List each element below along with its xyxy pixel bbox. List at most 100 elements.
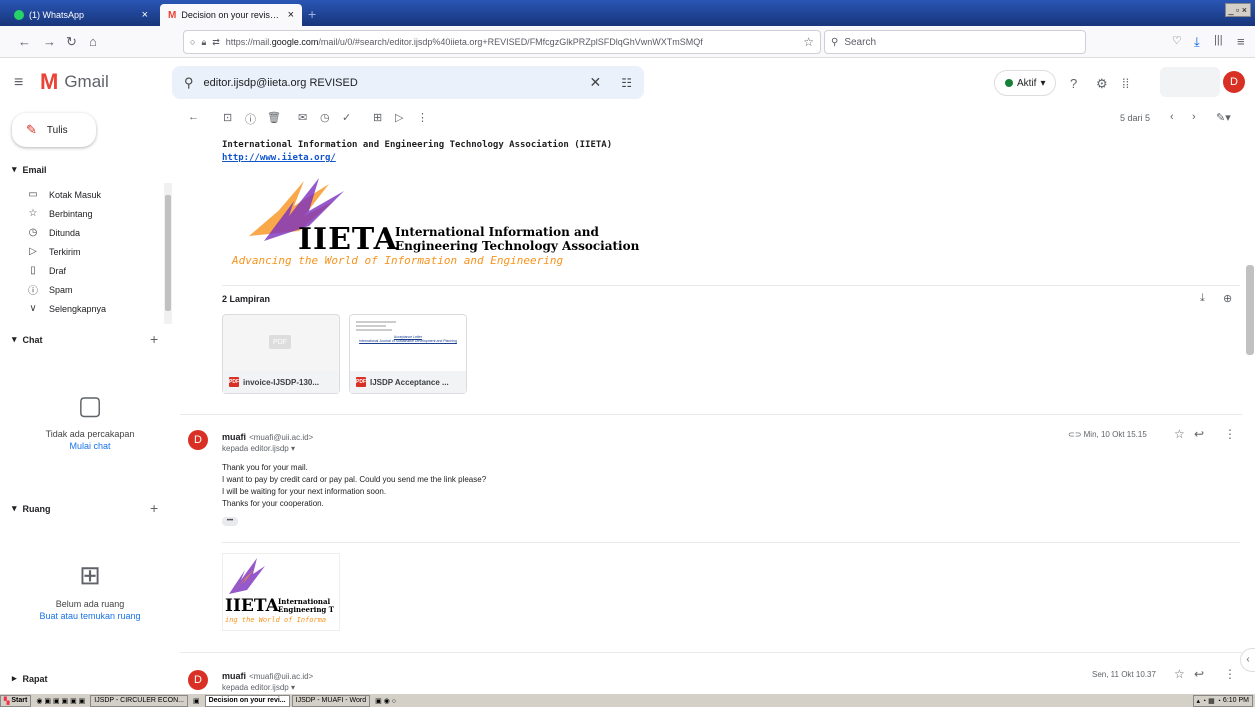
window-controls[interactable]: _ ▫ × xyxy=(1224,3,1251,17)
start-button[interactable]: ▚ Start xyxy=(0,694,32,707)
attachment-card-invoice[interactable]: PDF PDF invoice-IJSDP-130... xyxy=(222,314,340,394)
side-panel-toggle-icon[interactable]: ‹ xyxy=(1240,648,1255,672)
sidebar-item-inbox[interactable]: ▭ Kotak Masuk xyxy=(27,185,101,204)
os-taskbar: ▚ Start ◉ ▣ ▣ ▣ ▣ ▣ IJSDP - CIRCULER ECON… xyxy=(0,693,1255,707)
chat-section-toggle[interactable]: ▾ Chat xyxy=(12,334,43,345)
new-chat-plus-icon[interactable]: + xyxy=(150,331,158,347)
sender-avatar[interactable]: D xyxy=(188,670,208,690)
divider xyxy=(222,542,1240,543)
active-status-dot xyxy=(1005,79,1013,87)
rooms-empty-state: ⊞ Belum ada ruang Buat atau temukan ruan… xyxy=(20,560,160,621)
sender-avatar[interactable]: D xyxy=(188,430,208,450)
star-message-icon[interactable]: ☆ xyxy=(1174,667,1185,681)
create-room-link[interactable]: Buat atau temukan ruang xyxy=(20,611,160,621)
org-logo-box[interactable] xyxy=(1160,67,1220,97)
gmail-logo[interactable]: M Gmail xyxy=(40,71,109,93)
tab-gmail[interactable]: M Decision on your revised paper su... × xyxy=(160,4,302,26)
move-to-icon[interactable]: ⊞ xyxy=(373,111,382,124)
more-vert-icon[interactable]: ⋮ xyxy=(417,111,428,124)
forward-icon[interactable]: → xyxy=(43,34,56,49)
archive-icon[interactable]: ⊡ xyxy=(223,111,232,124)
quicklaunch-icons-2[interactable]: ▣ ◉ ○ xyxy=(372,695,399,707)
attachments-title: 2 Lampiran xyxy=(222,294,271,304)
rooms-grid-icon: ⊞ xyxy=(79,560,101,590)
close-tab-icon[interactable]: × xyxy=(142,9,148,21)
attachment-thumbnail: Acceptance Letter International Journal … xyxy=(356,319,460,369)
tray-icons[interactable]: ▴ ◔ ▦ ◔ xyxy=(1197,697,1221,705)
main-menu-icon[interactable]: ≡ xyxy=(14,74,23,92)
avatar[interactable]: D xyxy=(1223,71,1245,93)
new-room-plus-icon[interactable]: + xyxy=(150,500,158,516)
taskbar-item-excel[interactable]: ▣ xyxy=(190,695,203,707)
quicklaunch-icons[interactable]: ◉ ▣ ▣ ▣ ▣ ▣ xyxy=(33,695,88,707)
settings-gear-icon[interactable]: ⚙ xyxy=(1096,76,1108,92)
taskbar-item-ijsdp-circuler[interactable]: IJSDP - CIRCULER ECON... xyxy=(90,694,188,707)
status-dropdown[interactable]: Aktif ▾ xyxy=(994,70,1057,96)
reply-icon[interactable]: ↩ xyxy=(1194,667,1204,681)
home-icon[interactable]: ⌂ xyxy=(89,34,97,49)
new-tab-icon[interactable]: + xyxy=(308,6,316,22)
signature-logo: IIETA International Engineering T ing th… xyxy=(222,553,340,631)
reply-icon[interactable]: ↩ xyxy=(1194,427,1204,441)
search-options-icon[interactable]: ☷ xyxy=(621,76,632,90)
sidebar-item-more[interactable]: ∨ Selengkapnya xyxy=(27,299,106,318)
rooms-section-toggle[interactable]: ▾ Ruang xyxy=(12,503,51,514)
newer-icon[interactable]: ‹ xyxy=(1170,111,1174,123)
help-icon[interactable]: ? xyxy=(1070,76,1077,91)
lock-icon: 🔒︎ xyxy=(201,36,207,47)
taskbar-item-firefox[interactable]: Decision on your revi... xyxy=(204,694,290,707)
tab-whatsapp[interactable]: (1) WhatsApp × xyxy=(6,4,156,26)
download-all-icon[interactable]: ⤓ xyxy=(1200,292,1205,305)
mark-unread-icon[interactable]: ✉ xyxy=(298,111,307,124)
reload-icon[interactable]: ↻ xyxy=(66,34,77,50)
library-icon[interactable]: ||| xyxy=(1214,34,1223,46)
recipient-dropdown[interactable]: kepada editor.ijsdp ▾ xyxy=(222,444,295,453)
url-bar[interactable]: ○ 🔒︎ ⇄ https://mail.google.com/mail/u/0/… xyxy=(183,30,821,54)
clear-search-icon[interactable]: ✕ xyxy=(590,74,602,91)
snooze-icon[interactable]: ◷ xyxy=(320,111,330,124)
start-chat-link[interactable]: Mulai chat xyxy=(20,441,160,451)
show-trimmed-button[interactable]: ••• xyxy=(222,517,238,526)
browser-search-box[interactable]: ⚲ Search xyxy=(824,30,1086,54)
message-date: Sen, 11 Okt 10.37 xyxy=(1092,670,1156,679)
more-vert-icon[interactable]: ⋮ xyxy=(1224,667,1236,681)
download-icon[interactable]: ⤓ xyxy=(1194,34,1200,50)
recipient-dropdown[interactable]: kepada editor.ijsdp ▾ xyxy=(222,683,295,692)
main-scrollbar[interactable] xyxy=(1245,130,1255,692)
label-icon[interactable]: ▷ xyxy=(395,111,403,124)
search-icon[interactable]: ⚲ xyxy=(184,75,194,91)
bookmark-star-icon[interactable]: ☆ xyxy=(803,35,814,49)
sidebar-item-sent[interactable]: ▷ Terkirim xyxy=(27,242,80,261)
menu-icon[interactable]: ≡ xyxy=(1237,34,1245,49)
input-tools-icon[interactable]: ✎▾ xyxy=(1216,111,1231,124)
email-section-toggle[interactable]: ▾ Email xyxy=(12,164,47,175)
older-icon[interactable]: › xyxy=(1192,111,1196,123)
add-to-drive-icon[interactable]: ⊕ xyxy=(1223,292,1232,305)
apps-grid-icon[interactable]: ⁞⁞ xyxy=(1122,76,1129,91)
sidebar-item-drafts[interactable]: ▯ Draf xyxy=(27,261,66,280)
taskbar-item-word[interactable]: IJSDP - MUAFI - Word xyxy=(291,694,371,707)
report-spam-icon[interactable]: ⓘ xyxy=(245,111,256,127)
mail-search-input[interactable]: ⚲ editor.ijsdp@iieta.org REVISED ✕ ☷ xyxy=(172,66,644,99)
star-message-icon[interactable]: ☆ xyxy=(1174,427,1185,441)
sidebar-item-snoozed[interactable]: ◷ Ditunda xyxy=(27,223,80,242)
back-icon[interactable]: ← xyxy=(18,34,31,49)
more-vert-icon[interactable]: ⋮ xyxy=(1224,427,1236,441)
close-tab-icon[interactable]: × xyxy=(288,9,294,21)
sidebar-item-spam[interactable]: ⓘ Spam xyxy=(27,280,73,299)
sidebar-scrollbar[interactable] xyxy=(164,183,172,324)
back-to-list-icon[interactable]: ← xyxy=(188,111,199,123)
attachment-card-acceptance[interactable]: Acceptance Letter International Journal … xyxy=(349,314,467,394)
add-task-icon[interactable]: ✓ xyxy=(342,111,351,124)
caret-down-icon: ▾ xyxy=(12,334,17,344)
message-body: Thank you for your mail. I want to pay b… xyxy=(222,463,487,508)
delete-icon[interactable]: 🗑︎ xyxy=(267,111,281,124)
pencil-icon: ✎ xyxy=(26,122,37,137)
compose-button[interactable]: ✎ Tulis xyxy=(12,113,96,147)
feather-wing-icon xyxy=(229,558,265,594)
meet-section-toggle[interactable]: ▸ Rapat xyxy=(12,673,48,684)
divider xyxy=(180,652,1242,653)
association-link[interactable]: http://www.iieta.org/ xyxy=(222,153,336,163)
pocket-icon[interactable]: ♡ xyxy=(1172,34,1182,47)
sidebar-item-starred[interactable]: ☆ Berbintang xyxy=(27,204,93,223)
